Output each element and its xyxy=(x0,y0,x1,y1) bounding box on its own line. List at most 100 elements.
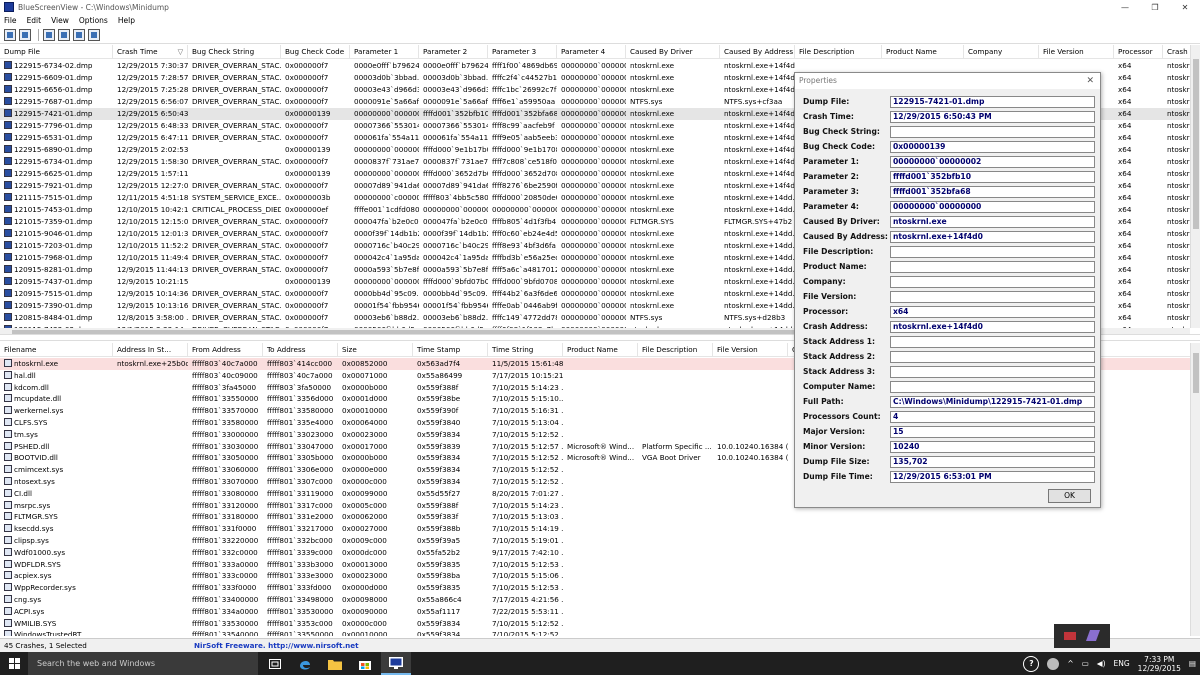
column-header[interactable]: Parameter 4 xyxy=(557,45,626,59)
property-value-field[interactable]: 122915-7421-01.dmp xyxy=(890,96,1095,108)
column-header[interactable]: Filename xyxy=(0,343,113,357)
column-header[interactable]: Bug Check Code xyxy=(281,45,350,59)
property-value-field[interactable] xyxy=(890,246,1095,258)
copy-icon[interactable] xyxy=(43,29,55,41)
minimize-button[interactable]: — xyxy=(1110,0,1140,14)
column-header[interactable]: Crash Time ▽ xyxy=(113,45,188,59)
edge-taskbar-button[interactable] xyxy=(290,652,320,675)
driver-row[interactable]: ACPI.sys fffff801`334a0000 fffff801`335300… xyxy=(0,606,1190,618)
column-header[interactable]: Company xyxy=(964,45,1039,59)
pen-icon[interactable] xyxy=(1085,630,1101,641)
column-header[interactable]: Caused By Driver xyxy=(626,45,720,59)
menu-help[interactable]: Help xyxy=(118,16,135,25)
driver-row[interactable]: acpiex.sys fffff801`333c0000 fffff801`333e… xyxy=(0,570,1190,582)
column-header[interactable]: Processor xyxy=(1114,45,1163,59)
property-value-field[interactable]: 135,702 xyxy=(890,456,1095,468)
driver-row[interactable]: WppRecorder.sys fffff801`333f0000 fffff801… xyxy=(0,582,1190,594)
arrow-icon[interactable] xyxy=(1064,632,1076,640)
menu-view[interactable]: View xyxy=(51,16,69,25)
start-button[interactable] xyxy=(0,652,28,675)
column-header[interactable]: Bug Check String xyxy=(188,45,281,59)
people-icon[interactable] xyxy=(1047,657,1060,670)
crash-list-vscroll[interactable] xyxy=(1190,45,1200,328)
property-value-field[interactable]: ntoskrnl.exe+14f4d0 xyxy=(890,321,1095,333)
driver-row[interactable]: clipsp.sys fffff801`33220000 fffff801`332b… xyxy=(0,535,1190,547)
property-value-field[interactable]: 00000000`00000000 xyxy=(890,201,1095,213)
property-value-field[interactable]: ffffd001`352bfb10 xyxy=(890,171,1095,183)
network-icon[interactable]: ▭ xyxy=(1082,659,1089,668)
driver-row[interactable]: FLTMGR.SYS fffff801`33180000 fffff801`331e… xyxy=(0,511,1190,523)
column-header[interactable]: Parameter 3 xyxy=(488,45,557,59)
maximize-button[interactable]: ❐ xyxy=(1140,0,1170,14)
driver-row[interactable]: WDFLDR.SYS fffff801`333a0000 fffff801`333b… xyxy=(0,559,1190,571)
exit-icon[interactable] xyxy=(88,29,100,41)
nirsoft-link[interactable]: NirSoft Freeware. http://www.nirsoft.net xyxy=(190,639,359,653)
column-header[interactable]: To Address xyxy=(263,343,338,357)
property-value-field[interactable] xyxy=(890,276,1095,288)
refresh-icon[interactable] xyxy=(73,29,85,41)
driver-row[interactable]: ksecdd.sys fffff801`331f0000 fffff801`3321… xyxy=(0,523,1190,535)
column-header[interactable]: Crash xyxy=(1163,45,1190,59)
column-header[interactable]: Time Stamp xyxy=(413,343,488,357)
property-value-field[interactable] xyxy=(890,351,1095,363)
help-icon[interactable]: ? xyxy=(1023,655,1040,672)
column-header[interactable]: Caused By Address xyxy=(720,45,795,59)
properties-icon[interactable] xyxy=(58,29,70,41)
property-value-field[interactable]: C:\Windows\Minidump\122915-7421-01.dmp xyxy=(890,396,1095,408)
scroll-thumb[interactable] xyxy=(1193,353,1199,393)
property-value-field[interactable]: 15 xyxy=(890,426,1095,438)
property-value-field[interactable] xyxy=(890,381,1095,393)
menu-edit[interactable]: Edit xyxy=(27,16,42,25)
driver-row[interactable]: Wdf01000.sys fffff801`332c0000 fffff801`33… xyxy=(0,547,1190,559)
driver-row[interactable]: cng.sys fffff801`33400000 fffff801`3349800… xyxy=(0,594,1190,606)
crash-row[interactable]: 122915-6734-02.dmp 12/29/2015 7:30:37... D… xyxy=(0,60,1190,72)
bluescreenview-taskbar-button[interactable] xyxy=(381,652,411,675)
explorer-taskbar-button[interactable] xyxy=(320,652,350,675)
driver-list-vscroll[interactable] xyxy=(1190,343,1200,636)
property-value-field[interactable]: 12/29/2015 6:53:01 PM xyxy=(890,471,1095,483)
volume-icon[interactable]: ◀) xyxy=(1097,659,1106,668)
properties-close-button[interactable]: ✕ xyxy=(1086,73,1094,89)
property-value-field[interactable]: 12/29/2015 6:50:43 PM xyxy=(890,111,1095,123)
column-header[interactable]: Dump File xyxy=(0,45,113,59)
search-box[interactable]: Search the web and Windows xyxy=(28,652,258,675)
store-taskbar-button[interactable] xyxy=(350,652,380,675)
property-value-field[interactable]: ntoskrnl.exe xyxy=(890,216,1095,228)
column-header[interactable]: File Version xyxy=(713,343,788,357)
property-value-field[interactable]: 00000000`00000002 xyxy=(890,156,1095,168)
ok-button[interactable]: OK xyxy=(1048,489,1091,503)
property-value-field[interactable]: 0x00000139 xyxy=(890,141,1095,153)
driver-row[interactable]: WindowsTrustedRT... fffff801`33540000 ffff… xyxy=(0,629,1190,636)
column-header[interactable]: Product Name xyxy=(882,45,964,59)
property-value-field[interactable]: ntoskrnl.exe+14f4d0 xyxy=(890,231,1095,243)
column-header[interactable]: Time String xyxy=(488,343,563,357)
column-header[interactable]: Address In St... xyxy=(113,343,188,357)
column-header[interactable]: File Description xyxy=(795,45,882,59)
scroll-thumb[interactable] xyxy=(1193,59,1199,229)
column-header[interactable]: From Address xyxy=(188,343,263,357)
column-header[interactable]: File Description xyxy=(638,343,713,357)
column-header[interactable]: Parameter 2 xyxy=(419,45,488,59)
column-header[interactable]: File Version xyxy=(1039,45,1114,59)
tray-expand-icon[interactable]: ^ xyxy=(1067,659,1073,668)
notifications-icon[interactable]: ▤ xyxy=(1189,659,1196,668)
property-value-field[interactable]: x64 xyxy=(890,306,1095,318)
column-header[interactable]: Size xyxy=(338,343,413,357)
property-value-field[interactable] xyxy=(890,261,1095,273)
task-view-button[interactable] xyxy=(260,652,290,675)
driver-row[interactable]: WMILIB.SYS fffff801`33530000 fffff801`3353… xyxy=(0,618,1190,630)
property-value-field[interactable] xyxy=(890,291,1095,303)
property-value-field[interactable] xyxy=(890,336,1095,348)
property-value-field[interactable]: 4 xyxy=(890,411,1095,423)
clock[interactable]: 7:33 PM 12/29/2015 xyxy=(1138,655,1181,673)
save-icon[interactable] xyxy=(4,29,16,41)
column-header[interactable]: Parameter 1 xyxy=(350,45,419,59)
column-header[interactable]: Product Name xyxy=(563,343,638,357)
property-value-field[interactable]: 10240 xyxy=(890,441,1095,453)
menu-options[interactable]: Options xyxy=(79,16,108,25)
property-value-field[interactable] xyxy=(890,366,1095,378)
html-report-icon[interactable] xyxy=(19,29,31,41)
property-value-field[interactable] xyxy=(890,126,1095,138)
property-value-field[interactable]: ffffd001`352bfa68 xyxy=(890,186,1095,198)
language-indicator[interactable]: ENG xyxy=(1114,659,1130,668)
